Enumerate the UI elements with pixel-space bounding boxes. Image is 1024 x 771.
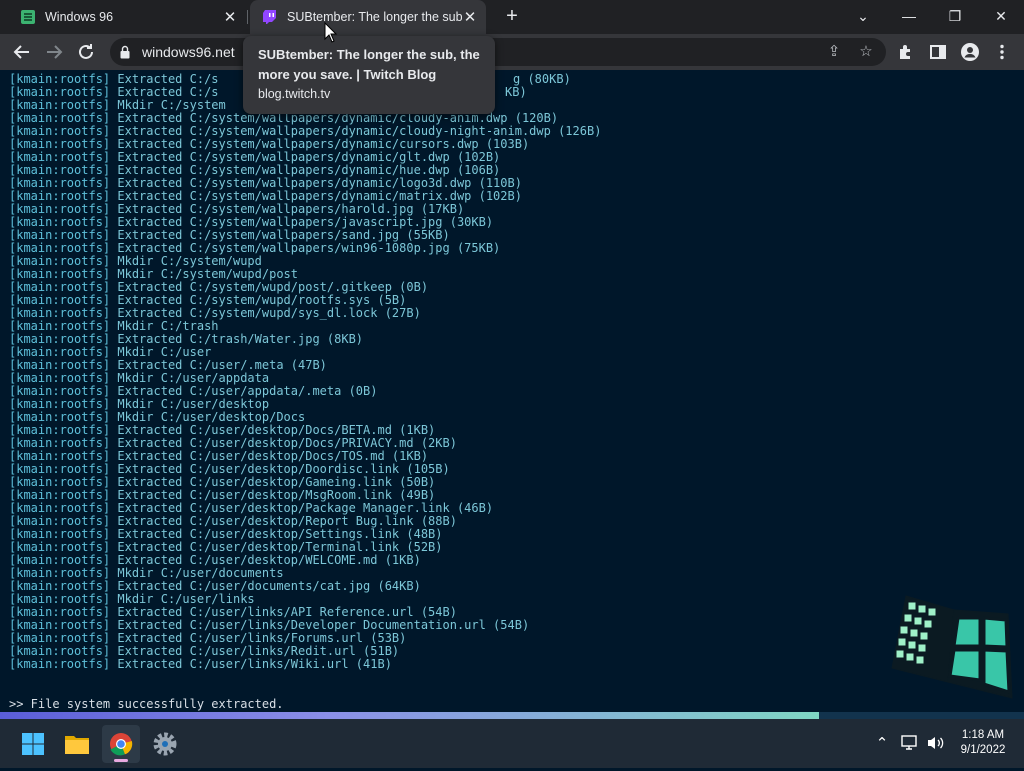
clock-date: 9/1/2022: [960, 744, 1006, 756]
terminal-line: [kmain:rootfs] Extracted C:/user/links/W…: [9, 657, 392, 671]
address-bar[interactable]: windows96.net ⇪ ☆: [110, 38, 886, 66]
hover-card-title: SUBtember: The longer the sub, the more …: [258, 47, 480, 82]
volume-icon[interactable]: [925, 719, 947, 768]
chrome-icon: [110, 733, 133, 756]
tab-strip: Windows 96 ✕ SUBtember: The longer the s…: [0, 0, 1024, 34]
file-explorer-icon: [65, 736, 89, 754]
side-panel-icon: [930, 45, 946, 59]
start-button[interactable]: [14, 725, 52, 763]
tab-windows96[interactable]: Windows 96 ✕: [8, 0, 246, 34]
terminal-output: [kmain:rootfs] Extracted C:/s g (80KB) [k…: [0, 70, 1024, 712]
back-button[interactable]: [8, 38, 36, 66]
tab-hover-card: SUBtember: The longer the sub, the more …: [243, 36, 495, 114]
arrow-left-icon: [13, 45, 29, 59]
person-icon: [961, 43, 979, 61]
twitch-favicon-icon: [263, 10, 276, 24]
reload-icon: [79, 44, 93, 59]
puzzle-icon: [900, 45, 910, 59]
lock-icon[interactable]: [120, 45, 130, 59]
new-tab-button[interactable]: +: [500, 5, 524, 29]
restore-button[interactable]: ❐: [932, 0, 978, 34]
tab-title: Windows 96: [45, 10, 114, 24]
profile-button[interactable]: [956, 38, 984, 66]
side-panel-button[interactable]: [924, 38, 952, 66]
chevron-up-icon[interactable]: ⌃: [872, 719, 892, 768]
tab-separator: [247, 10, 248, 24]
close-tab-icon[interactable]: ✕: [462, 8, 478, 26]
windows96-favicon-icon: [21, 10, 35, 24]
kebab-menu-icon: [1000, 44, 1004, 60]
kebab-menu-button[interactable]: [988, 38, 1016, 66]
browser-toolbar: windows96.net ⇪ ☆: [0, 34, 1024, 70]
taskbar: ⌃ 1:18 AM 9/1/2022: [0, 719, 1024, 768]
forward-button[interactable]: [40, 38, 68, 66]
close-tab-icon[interactable]: ✕: [222, 8, 238, 26]
system-clock[interactable]: 1:18 AM 9/1/2022: [950, 728, 1016, 758]
tab-twitch-blog[interactable]: SUBtember: The longer the sub, t ✕: [250, 0, 486, 34]
start-icon: [22, 733, 44, 755]
tab-search-icon[interactable]: ⌄: [840, 0, 886, 34]
chrome-taskbar-button[interactable]: [102, 725, 140, 763]
hover-card-domain: blog.twitch.tv: [258, 87, 331, 101]
minimize-button[interactable]: —: [886, 0, 932, 34]
clock-time: 1:18 AM: [961, 729, 1005, 741]
mouse-cursor-icon: [324, 22, 338, 43]
settings-icon: [153, 732, 177, 756]
file-explorer-button[interactable]: [58, 725, 96, 763]
arrow-right-icon: [47, 45, 63, 59]
network-icon[interactable]: [900, 719, 922, 768]
close-window-button[interactable]: ✕: [978, 0, 1024, 34]
address-text[interactable]: windows96.net: [142, 44, 235, 60]
share-icon[interactable]: ⇪: [824, 42, 844, 62]
progress-bar: [0, 712, 1024, 719]
active-app-indicator: [114, 759, 128, 762]
extensions-button[interactable]: [892, 38, 920, 66]
progress-fill: [0, 712, 820, 719]
settings-taskbar-button[interactable]: [146, 725, 184, 763]
reload-button[interactable]: [72, 38, 100, 66]
windows96-logo-icon: [891, 595, 1013, 699]
tab-title: SUBtember: The longer the sub, t: [287, 10, 462, 24]
star-icon[interactable]: ☆: [856, 42, 876, 62]
terminal-prompt: >> File system successfully extracted.: [9, 697, 284, 711]
